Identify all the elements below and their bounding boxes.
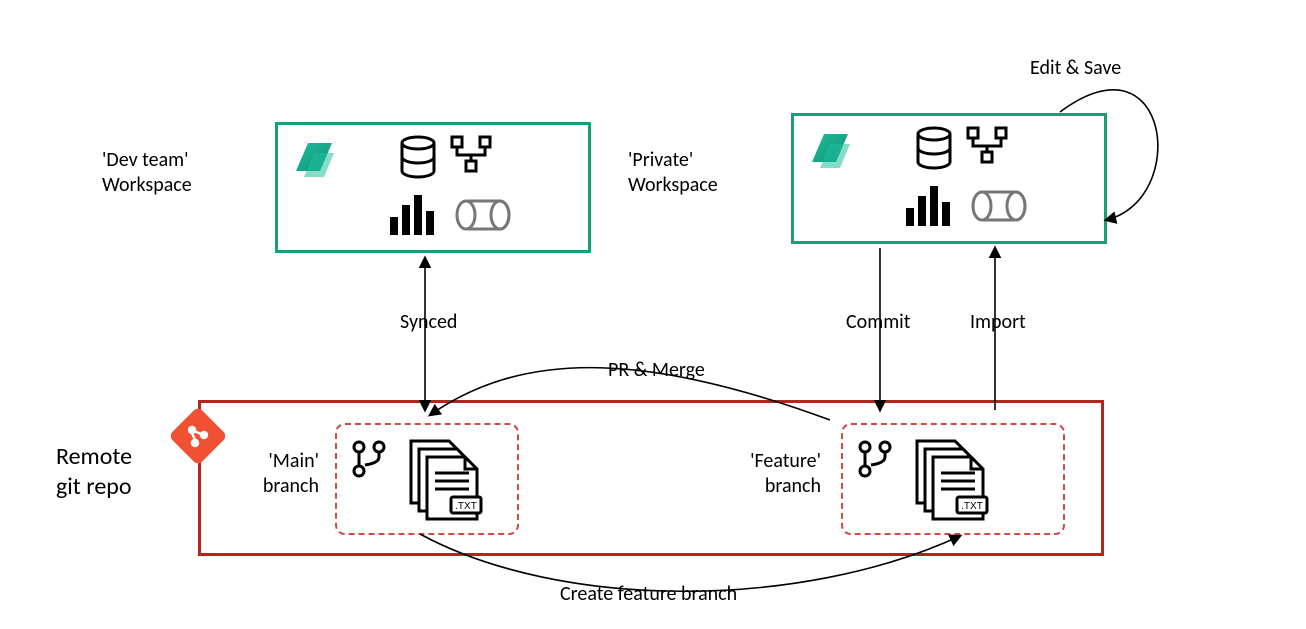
- label-synced: Synced: [400, 310, 457, 335]
- arrow-layer: [0, 0, 1306, 629]
- label-edit-save: Edit & Save: [1030, 56, 1121, 81]
- diagram-canvas: 'Dev team' Workspace: [0, 0, 1306, 629]
- label-create-feature: Create feature branch: [560, 582, 737, 607]
- label-commit: Commit: [846, 310, 910, 335]
- label-import: Import: [970, 310, 1026, 335]
- label-pr-merge: PR & Merge: [608, 358, 705, 383]
- arrow-edit-save: [1060, 90, 1158, 220]
